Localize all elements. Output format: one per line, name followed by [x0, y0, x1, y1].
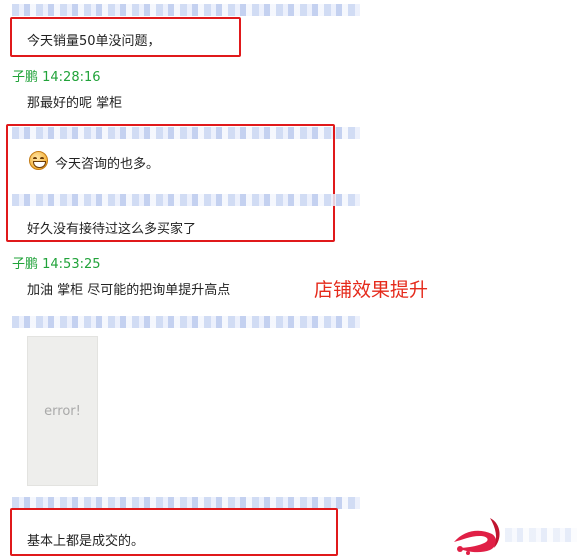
redacted-sender-line: [12, 316, 360, 328]
message-text: 今天销量50单没问题，: [27, 34, 161, 49]
red-swoosh-logo-icon: [454, 518, 500, 555]
sender-name-time: 子鹏 14:53:25: [12, 257, 101, 272]
redacted-sender-line: [12, 194, 360, 206]
message-text: 今天咨询的也多。: [55, 157, 160, 172]
sender-name-time: 子鹏 14:28:16: [12, 70, 101, 85]
message-text: 基本上都是成交的。: [27, 534, 145, 549]
redacted-watermark: [505, 528, 577, 542]
redacted-sender-line: [12, 4, 360, 16]
image-error-text: error!: [44, 403, 81, 419]
message-text: 加油 掌柜 尽可能的把询单提升高点: [27, 283, 231, 298]
message-text: 那最好的呢 掌柜: [27, 96, 123, 111]
broken-image[interactable]: error!: [27, 336, 98, 486]
grinning-face-icon: [29, 151, 48, 170]
annotation-label: 店铺效果提升: [314, 279, 429, 301]
message-text: 好久没有接待过这么多买家了: [27, 222, 197, 237]
